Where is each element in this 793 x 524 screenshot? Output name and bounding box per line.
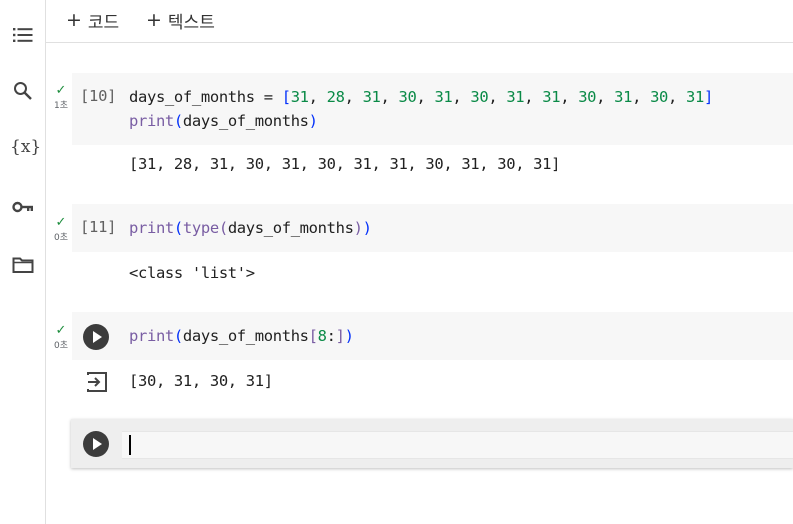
execution-count: [11]: [80, 218, 117, 236]
plus-icon: +: [146, 9, 162, 31]
variables-icon[interactable]: {x}: [10, 137, 41, 157]
cell-output: [30, 31, 30, 31]: [129, 372, 273, 390]
add-code-button[interactable]: + 코드: [66, 8, 120, 34]
add-code-label: 코드: [87, 13, 120, 33]
cell-output: <class 'list'>: [129, 264, 255, 282]
left-sidebar: {x}: [0, 0, 46, 524]
code-cell[interactable]: ✓ 0초 [11] print(type(days_of_months)) <c…: [46, 204, 793, 294]
cell-output: [31, 28, 31, 30, 31, 30, 31, 31, 30, 31,…: [129, 155, 561, 173]
plus-icon: +: [66, 9, 82, 31]
search-icon[interactable]: [11, 79, 35, 103]
code-line[interactable]: print(days_of_months[8:]): [129, 324, 354, 348]
text-cursor: [129, 435, 131, 455]
code-cell[interactable]: ✓ 1초 [10] days_of_months = [31, 28, 31, …: [46, 73, 793, 183]
check-icon: ✓: [55, 323, 67, 338]
output-actions-icon[interactable]: [85, 370, 109, 394]
add-text-button[interactable]: + 텍스트: [146, 8, 215, 34]
notebook-toolbar: + 코드 + 텍스트: [46, 0, 793, 43]
code-line[interactable]: days_of_months = [31, 28, 31, 30, 31, 30…: [129, 85, 713, 109]
code-line[interactable]: print(days_of_months): [129, 109, 318, 133]
folder-icon[interactable]: [11, 253, 35, 277]
code-editor[interactable]: [122, 431, 793, 459]
execution-count: [10]: [80, 87, 117, 105]
check-icon: ✓: [55, 83, 67, 98]
empty-code-cell[interactable]: [71, 419, 793, 468]
add-text-label: 텍스트: [167, 13, 215, 33]
check-icon: ✓: [55, 215, 67, 230]
code-cell[interactable]: ✓ 0초 print(days_of_months[8:]) [30, 31, …: [46, 312, 793, 404]
code-line[interactable]: print(type(days_of_months)): [129, 216, 372, 240]
run-cell-button[interactable]: [83, 324, 109, 350]
key-icon[interactable]: [11, 195, 35, 219]
execution-status: ✓ 0초: [50, 324, 72, 351]
execution-status: ✓ 0초: [50, 216, 72, 243]
table-of-contents-icon[interactable]: [11, 23, 35, 47]
execution-status: ✓ 1초: [50, 84, 72, 111]
run-cell-button[interactable]: [83, 431, 109, 457]
